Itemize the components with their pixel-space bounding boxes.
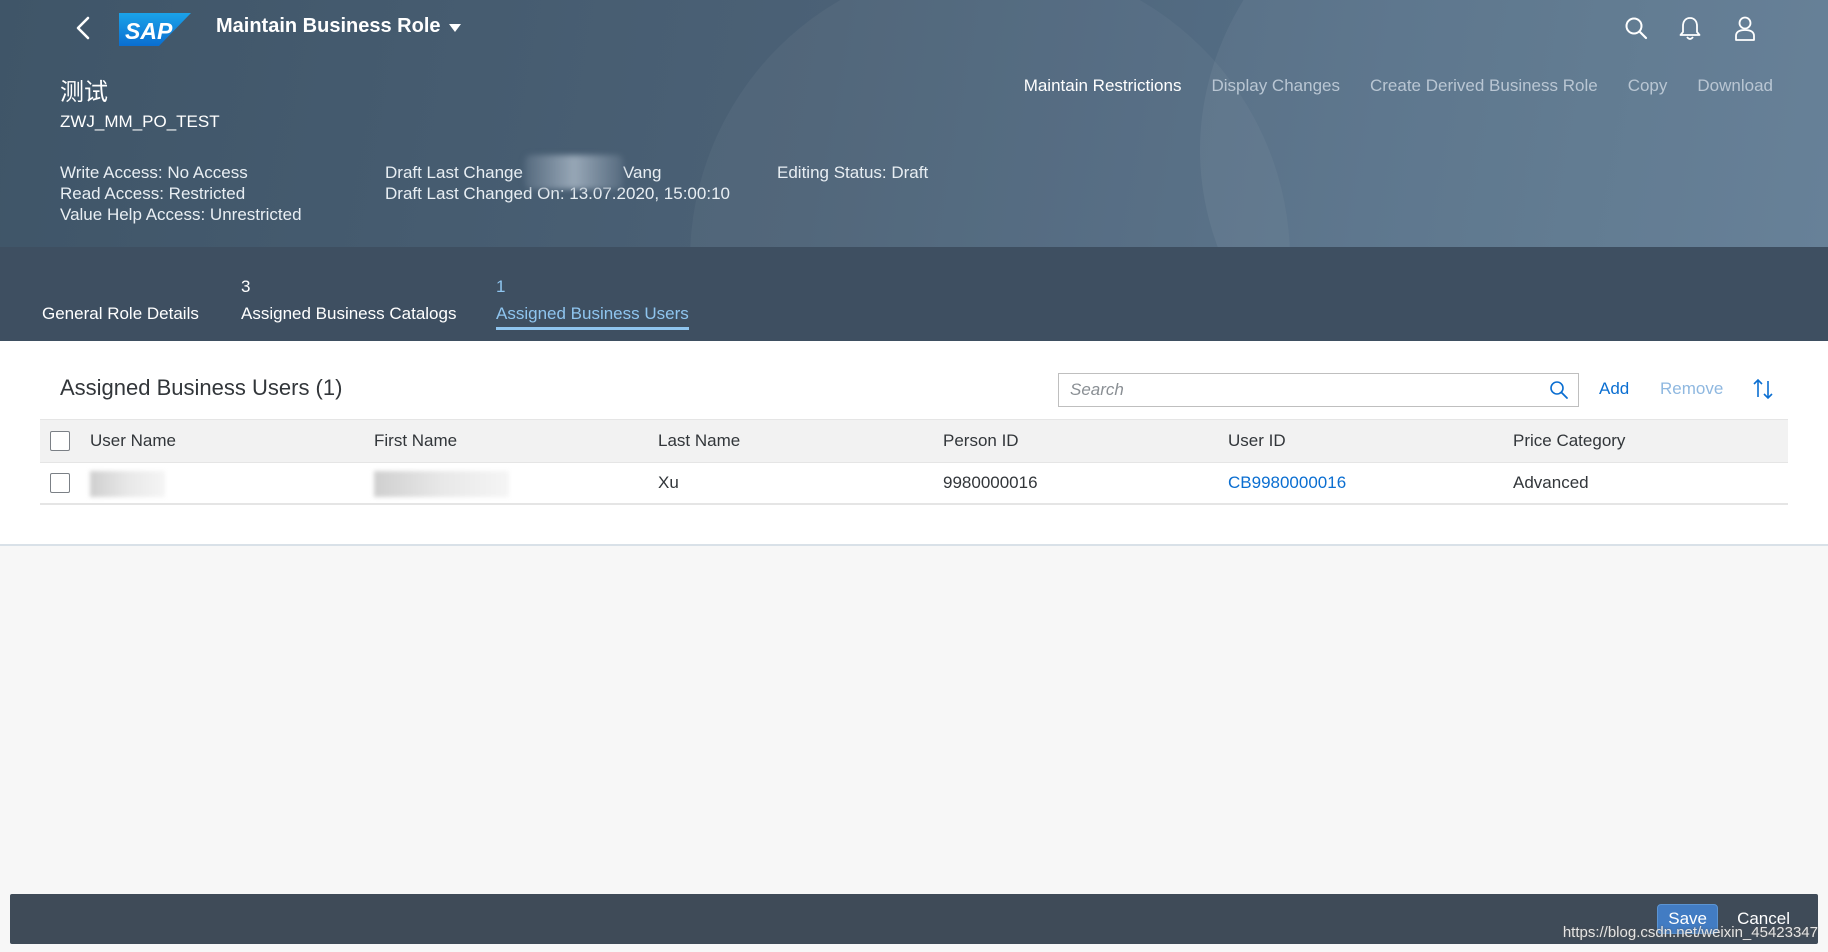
search-field[interactable] xyxy=(1058,373,1579,407)
tab-label: General Role Details xyxy=(42,304,199,323)
price-category-cell: Advanced xyxy=(1513,473,1589,492)
create-derived-role-button[interactable]: Create Derived Business Role xyxy=(1370,76,1598,96)
status-attributes: Editing Status: Draft xyxy=(777,162,928,183)
tab-count: 3 xyxy=(241,277,251,296)
column-header-user-id[interactable]: User ID xyxy=(1228,420,1286,462)
editing-status: Editing Status: Draft xyxy=(777,163,929,182)
column-header-first-name[interactable]: First Name xyxy=(374,420,457,462)
value-help-access: Value Help Access: Unrestricted xyxy=(60,205,302,224)
redacted-first-name xyxy=(374,471,509,497)
copy-button[interactable]: Copy xyxy=(1628,76,1668,96)
write-access: Write Access: No Access xyxy=(60,163,248,182)
add-user-button[interactable]: Add xyxy=(1599,379,1629,399)
sap-logo[interactable]: SAP xyxy=(119,13,191,46)
draft-last-changed-by-label: Draft Last Change xyxy=(385,163,523,182)
download-button[interactable]: Download xyxy=(1697,76,1773,96)
tab-assigned-business-users[interactable]: 1 Assigned Business Users xyxy=(496,277,689,330)
notification-bell-icon[interactable] xyxy=(1676,14,1704,42)
column-header-last-name[interactable]: Last Name xyxy=(658,420,740,462)
footer-toolbar: Save Cancel xyxy=(10,894,1818,944)
person-id-cell: 9980000016 xyxy=(943,473,1038,492)
column-header-person-id[interactable]: Person ID xyxy=(943,420,1019,462)
table-header: User Name First Name Last Name Person ID… xyxy=(40,419,1788,463)
maintain-restrictions-button[interactable]: Maintain Restrictions xyxy=(1024,76,1182,96)
read-access: Read Access: Restricted xyxy=(60,184,246,203)
users-section: Assigned Business Users (1) Add Remove U… xyxy=(0,341,1828,546)
tab-label: Assigned Business Users xyxy=(496,304,689,323)
tab-count xyxy=(42,277,199,296)
user-profile-icon[interactable] xyxy=(1731,14,1759,42)
row-checkbox-cell xyxy=(50,463,70,503)
table-row[interactable]: Xu 9980000016 CB9980000016 Advanced xyxy=(40,463,1788,505)
chevron-left-icon xyxy=(76,16,90,40)
background-decoration xyxy=(690,0,1290,247)
user-id-link[interactable]: CB9980000016 xyxy=(1228,463,1346,503)
object-subtitle: ZWJ_MM_PO_TEST xyxy=(60,112,220,131)
redacted-user-name xyxy=(90,471,165,497)
row-checkbox[interactable] xyxy=(50,473,70,493)
logo-text: SAP xyxy=(125,18,173,44)
users-table: User Name First Name Last Name Person ID… xyxy=(40,419,1788,505)
app-title: Maintain Business Role xyxy=(216,15,441,37)
search-icon[interactable] xyxy=(1622,14,1650,42)
tab-label: Assigned Business Catalogs xyxy=(241,304,457,323)
section-title: Assigned Business Users (1) xyxy=(60,375,343,400)
search-icon[interactable] xyxy=(1549,380,1569,400)
display-changes-button[interactable]: Display Changes xyxy=(1211,76,1340,96)
object-title: 测试 xyxy=(60,79,108,106)
watermark: https://blog.csdn.net/weixin_45423347 xyxy=(1562,924,1818,941)
remove-user-button[interactable]: Remove xyxy=(1660,379,1723,399)
caret-down-icon xyxy=(448,23,461,32)
back-button[interactable] xyxy=(72,14,96,42)
column-header-user-name[interactable]: User Name xyxy=(90,420,176,462)
column-header-price-category[interactable]: Price Category xyxy=(1513,420,1625,462)
tab-general-role-details[interactable]: General Role Details xyxy=(42,277,199,324)
select-all-checkbox-cell xyxy=(50,420,70,462)
search-input[interactable] xyxy=(1059,374,1539,406)
object-page-header: SAP Maintain Business Role 测试 ZWJ_MM_PO_… xyxy=(0,0,1828,247)
tab-assigned-business-catalogs[interactable]: 3 Assigned Business Catalogs xyxy=(241,277,456,324)
last-name-cell: Xu xyxy=(658,473,679,492)
redacted-name xyxy=(525,155,623,189)
select-all-checkbox[interactable] xyxy=(50,431,70,451)
tab-count: 1 xyxy=(496,277,506,296)
sort-icon[interactable] xyxy=(1751,377,1775,406)
access-attributes: Write Access: No Access Read Access: Res… xyxy=(60,162,302,225)
tab-bar: General Role Details 3 Assigned Business… xyxy=(0,247,1828,341)
header-actions: Maintain Restrictions Display Changes Cr… xyxy=(1024,76,1773,96)
app-title-menu[interactable]: Maintain Business Role xyxy=(216,15,461,38)
draft-last-changed-by-value: Vang xyxy=(622,163,662,182)
